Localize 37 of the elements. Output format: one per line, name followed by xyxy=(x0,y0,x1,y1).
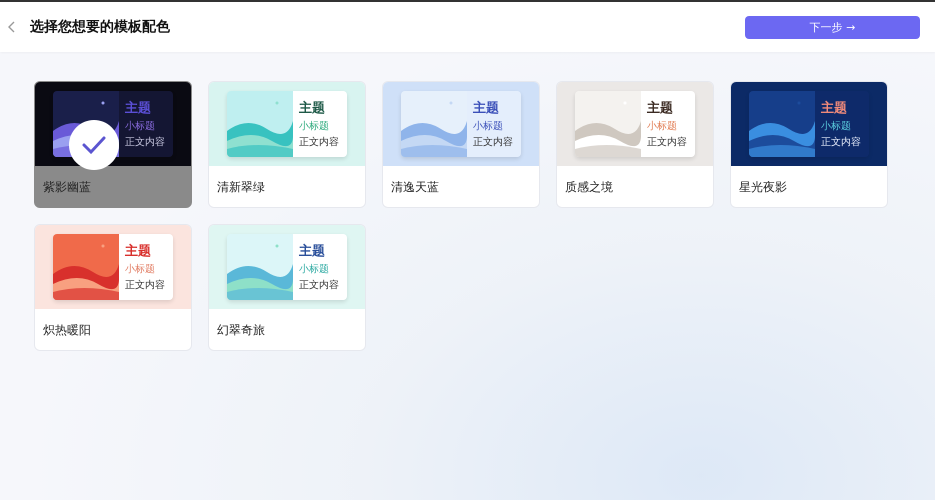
sample-subtitle: 小标题 xyxy=(299,262,330,276)
sample-subtitle: 小标题 xyxy=(473,120,504,133)
theme-name: 质感之境 xyxy=(564,179,614,196)
page-title: 选择您想要的模板配色 xyxy=(30,18,171,36)
sample-title: 主题 xyxy=(473,100,500,117)
theme-card[interactable]: 主题 小标题 正文内容 炽热暖阳 xyxy=(34,224,192,351)
sample-subtitle: 小标题 xyxy=(647,120,678,133)
sample-body: 正文内容 xyxy=(473,136,514,149)
theme-card[interactable]: 主题 小标题 正文内容 幻翠奇旅 xyxy=(208,224,366,351)
sample-body: 正文内容 xyxy=(299,136,340,149)
theme-name: 幻翠奇旅 xyxy=(216,322,266,339)
sample-subtitle: 小标题 xyxy=(299,120,330,133)
sample-body: 正文内容 xyxy=(647,136,688,149)
sample-title: 主题 xyxy=(647,100,674,117)
sample-subtitle: 小标题 xyxy=(821,120,852,133)
sample-title: 主题 xyxy=(299,242,326,260)
theme-name: 清新翠绿 xyxy=(216,179,266,196)
sample-body: 正文内容 xyxy=(125,136,166,149)
sample-subtitle: 小标题 xyxy=(125,262,156,276)
sample-subtitle: 小标题 xyxy=(125,120,156,133)
sample-body: 正文内容 xyxy=(125,278,166,292)
theme-card[interactable]: 主题 小标题 正文内容 质感之境 xyxy=(556,81,714,208)
sample-title: 主题 xyxy=(125,100,152,117)
theme-name: 炽热暖阳 xyxy=(42,322,92,339)
sample-title: 主题 xyxy=(125,242,152,260)
theme-name: 星光夜影 xyxy=(738,179,788,196)
sample-body: 正文内容 xyxy=(821,136,862,149)
sample-title: 主题 xyxy=(299,100,326,117)
theme-card[interactable]: 主题 小标题 正文内容 星光夜影 xyxy=(730,81,888,208)
sample-title: 主题 xyxy=(821,100,848,117)
theme-card[interactable]: 主题 小标题 正文内容 清新翠绿 xyxy=(208,81,366,208)
theme-name: 清逸天蓝 xyxy=(390,179,440,196)
theme-name: 紫影幽蓝 xyxy=(42,179,92,196)
next-button[interactable]: 下一步 → xyxy=(745,16,920,38)
theme-card[interactable]: 主题 小标题 正文内容 清逸天蓝 xyxy=(382,81,540,208)
sample-body: 正文内容 xyxy=(299,278,340,292)
theme-card[interactable]: 主题 小标题 正文内容 紫影幽蓝 xyxy=(34,81,192,208)
